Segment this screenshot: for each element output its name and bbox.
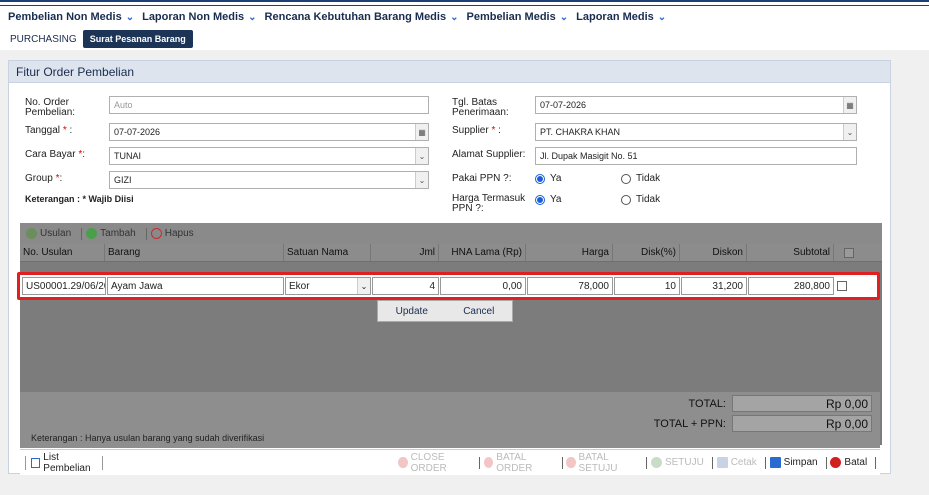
row-editor-buttons: Update Cancel — [377, 300, 513, 322]
cancel-icon — [566, 457, 576, 468]
alamat-label: Alamat Supplier: — [452, 149, 526, 160]
col-disk[interactable]: Disk(%) — [613, 244, 680, 261]
menu-rencana-kebutuhan[interactable]: Rencana Kebutuhan Barang Medis ⌄ — [265, 11, 459, 23]
col-harga[interactable]: Harga — [526, 244, 613, 261]
group-select[interactable]: GIZI ⌄ — [109, 171, 429, 189]
list-icon — [30, 457, 41, 468]
cara-bayar-label: Cara Bayar *: — [25, 149, 86, 160]
bottom-toolbar: List Pembelian CLOSE ORDER BATAL ORDER B… — [20, 449, 880, 475]
row-highlight — [17, 272, 880, 300]
chevron-down-icon: ⌄ — [125, 11, 135, 23]
batal-setuju-button[interactable]: BATAL SETUJU — [566, 452, 638, 474]
col-no-usulan[interactable]: No. Usulan — [20, 244, 105, 261]
chevron-down-icon: ⌄ — [248, 11, 257, 23]
grid-note: Keterangan : Hanya usulan barang yang su… — [31, 433, 265, 443]
plus-icon — [86, 228, 98, 239]
check-icon — [650, 457, 662, 468]
save-icon — [769, 457, 781, 468]
close-icon — [398, 457, 408, 468]
tanggal-label: Tanggal * : — [25, 125, 73, 136]
chevron-down-icon: ⌄ — [415, 148, 428, 164]
total-label: TOTAL: — [688, 398, 727, 410]
close-order-button[interactable]: CLOSE ORDER — [398, 452, 471, 474]
setuju-button[interactable]: SETUJU — [650, 457, 704, 468]
batal-button[interactable]: Batal — [830, 457, 867, 468]
ppn-ya-radio[interactable]: Ya — [535, 173, 562, 184]
group-label: Group *: — [25, 173, 63, 184]
col-hna[interactable]: HNA Lama (Rp) — [439, 244, 526, 261]
supplier-label: Supplier * : — [452, 125, 501, 136]
tab-surat-pesanan[interactable]: Surat Pesanan Barang — [82, 30, 193, 48]
hapus-button[interactable]: Hapus — [150, 228, 194, 239]
main-menu: Pembelian Non Medis ⌄ Laporan Non Medis ⌄ … — [0, 6, 929, 28]
batal-order-button[interactable]: BATAL ORDER — [484, 452, 553, 474]
col-subtotal[interactable]: Subtotal — [747, 244, 834, 261]
grid-header: No. Usulan Barang Satuan Nama Jml HNA La… — [20, 244, 882, 262]
tgl-batas-input[interactable]: 07-07-2026 ▦ — [535, 96, 857, 114]
harga-ya-radio[interactable]: Ya — [535, 194, 562, 205]
delete-icon — [150, 228, 162, 239]
ppn-tidak-radio[interactable]: Tidak — [621, 173, 660, 184]
usulan-icon — [26, 228, 37, 239]
ppn-label: Pakai PPN ?: — [452, 173, 512, 184]
update-button[interactable]: Update — [396, 306, 428, 317]
alamat-input[interactable]: Jl. Dupak Masigit No. 51 — [535, 147, 857, 165]
col-jml[interactable]: Jml — [371, 244, 439, 261]
chevron-down-icon: ⌄ — [657, 11, 667, 23]
total-ppn-label: TOTAL + PPN: — [653, 418, 726, 430]
menu-pembelian-medis[interactable]: Pembelian Medis ⌄ — [466, 11, 568, 23]
tambah-button[interactable]: Tambah — [86, 228, 136, 239]
panel-title: Fitur Order Pembelian — [9, 61, 890, 83]
radio-on-icon — [535, 194, 545, 205]
tanggal-input[interactable]: 07-07-2026 ▦ — [109, 123, 429, 141]
radio-on-icon — [535, 173, 545, 184]
breadcrumb: PURCHASING Surat Pesanan Barang — [0, 28, 929, 50]
keterangan-wajib: Keterangan : * Wajib Diisi — [25, 194, 134, 204]
col-diskon[interactable]: Diskon — [680, 244, 747, 261]
radio-off-icon — [621, 194, 631, 205]
radio-off-icon — [621, 173, 631, 184]
calendar-icon[interactable]: ▦ — [415, 124, 428, 140]
menu-laporan-non-medis[interactable]: Laporan Non Medis ⌄ — [142, 11, 256, 23]
harga-tidak-radio[interactable]: Tidak — [621, 194, 660, 205]
no-order-input[interactable]: Auto — [109, 96, 429, 114]
cetak-button[interactable]: Cetak — [716, 457, 757, 468]
chevron-down-icon: ⌄ — [559, 11, 569, 23]
chevron-down-icon: ⌄ — [415, 172, 428, 188]
chevron-down-icon: ⌄ — [843, 124, 856, 140]
col-satuan[interactable]: Satuan Nama — [284, 244, 371, 261]
menu-pembelian-non-medis[interactable]: Pembelian Non Medis ⌄ — [8, 11, 134, 23]
chevron-down-icon: ⌄ — [450, 11, 459, 23]
print-icon — [716, 457, 728, 468]
total-value: Rp 0,00 — [732, 395, 872, 412]
total-ppn-value: Rp 0,00 — [732, 415, 872, 432]
cancel-icon — [830, 457, 842, 468]
calendar-icon[interactable]: ▦ — [843, 97, 856, 113]
harga-ppn-label: Harga Termasuk PPN ?: — [452, 193, 526, 214]
cancel-icon — [484, 457, 494, 468]
simpan-button[interactable]: Simpan — [769, 457, 818, 468]
usulan-button[interactable]: Usulan — [26, 228, 71, 239]
supplier-select[interactable]: PT. CHAKRA KHAN ⌄ — [535, 123, 857, 141]
col-barang[interactable]: Barang — [105, 244, 284, 261]
breadcrumb-root[interactable]: PURCHASING — [10, 34, 77, 45]
list-pembelian-button[interactable]: List Pembelian — [30, 452, 98, 474]
menu-laporan-medis[interactable]: Laporan Medis ⌄ — [576, 11, 666, 23]
cancel-button[interactable]: Cancel — [463, 306, 494, 317]
tgl-batas-label: Tgl. Batas Penerimaan: — [452, 97, 509, 118]
cara-bayar-select[interactable]: TUNAI ⌄ — [109, 147, 429, 165]
select-all-checkbox[interactable] — [844, 247, 854, 258]
grid-toolbar: Usulan Tambah Hapus — [20, 223, 882, 244]
no-order-label: No. Order Pembelian: — [25, 97, 76, 118]
